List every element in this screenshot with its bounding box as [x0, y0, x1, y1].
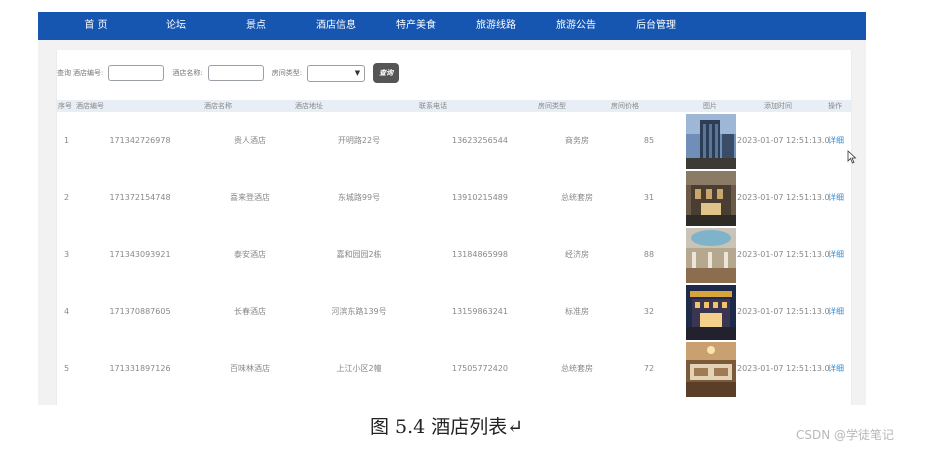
cell-address: 嘉和园园2栋	[336, 250, 382, 259]
cell-index: 4	[64, 307, 70, 316]
nav-forum[interactable]: 论坛	[136, 12, 216, 40]
hotel-photo	[686, 228, 736, 283]
detail-link[interactable]: 详细	[828, 284, 844, 340]
header-image: 图片	[703, 102, 717, 110]
cell-code: 171372154748	[109, 193, 171, 202]
hotel-list-panel: 查询 酒店编号: 酒店名称: 房间类型: ▼ 查询 序号 酒店编号 酒店名称 酒…	[56, 50, 852, 405]
table-row: 3 171343093921 泰安酒店 嘉和园园2栋 13184865998 经…	[57, 227, 851, 283]
mouse-pointer-icon	[847, 150, 857, 164]
detail-link[interactable]: 详细	[828, 113, 844, 169]
hotel-photo	[686, 285, 736, 340]
cell-phone: 17505772420	[452, 364, 508, 373]
detail-link[interactable]: 详细	[828, 170, 844, 226]
table-row: 2 171372154748 喜来登酒店 东城路99号 13910215489 …	[57, 170, 851, 226]
table-row: 4 171370887605 长春酒店 河滨东路139号 13159863241…	[57, 284, 851, 340]
header-code: 酒店编号	[76, 102, 104, 110]
table-row: 5 171331897126 百味林酒店 上江小区2幢 17505772420 …	[57, 341, 851, 397]
cell-index: 1	[64, 136, 70, 145]
header-added-time: 添加时间	[764, 102, 792, 110]
cell-name: 贵人酒店	[234, 136, 266, 145]
cell-room-type: 商务房	[565, 136, 589, 145]
cell-name: 喜来登酒店	[230, 193, 270, 202]
cell-phone: 13623256544	[452, 136, 508, 145]
cell-room-type: 总统套房	[561, 364, 593, 373]
header-phone: 联系电话	[419, 102, 447, 110]
search-prefix: 查询	[57, 69, 71, 77]
hotel-code-label: 酒店编号:	[73, 69, 104, 77]
cell-code: 171342726978	[109, 136, 171, 145]
detail-link[interactable]: 详细	[828, 227, 844, 283]
hotel-photo	[686, 342, 736, 397]
cell-price: 88	[643, 250, 655, 259]
top-navbar: 首 页 论坛 景点 酒店信息 特产美食 旅游线路 旅游公告 后台管理	[38, 12, 866, 40]
nav-hotel-info[interactable]: 酒店信息	[296, 12, 376, 40]
nav-announcements[interactable]: 旅游公告	[536, 12, 616, 40]
chevron-down-icon: ▼	[354, 68, 361, 77]
cell-added-time: 2023-01-07 12:51:13.0	[737, 250, 830, 259]
cell-code: 171331897126	[109, 364, 171, 373]
table-row: 1 171342726978 贵人酒店 开明路22号 13623256544 商…	[57, 113, 851, 169]
cell-added-time: 2023-01-07 12:51:13.0	[737, 136, 830, 145]
cell-price: 72	[643, 364, 655, 373]
cell-name: 百味林酒店	[230, 364, 270, 373]
cell-code: 171343093921	[109, 250, 171, 259]
room-type-select[interactable]: ▼	[307, 64, 366, 82]
figure-caption: 图 5.4 酒店列表↵	[370, 416, 524, 438]
header-price: 房间价格	[611, 102, 639, 110]
cell-added-time: 2023-01-07 12:51:13.0	[737, 364, 830, 373]
cell-code: 171370887605	[109, 307, 171, 316]
hotel-photo	[686, 114, 736, 169]
header-name: 酒店名称	[204, 102, 232, 110]
hotel-name-input[interactable]	[207, 65, 264, 81]
page: 首 页 论坛 景点 酒店信息 特产美食 旅游线路 旅游公告 后台管理 查询 酒店…	[0, 0, 936, 450]
cell-room-type: 总统套房	[561, 193, 593, 202]
cell-added-time: 2023-01-07 12:51:13.0	[737, 307, 830, 316]
cell-address: 河滨东路139号	[331, 307, 387, 316]
cell-added-time: 2023-01-07 12:51:13.0	[737, 193, 830, 202]
cell-address: 上江小区2幢	[336, 364, 382, 373]
hotel-code-input[interactable]	[108, 65, 165, 81]
cell-index: 3	[64, 250, 70, 259]
cell-name: 长春酒店	[234, 307, 266, 316]
cell-price: 85	[643, 136, 655, 145]
cell-room-type: 标准房	[565, 307, 589, 316]
hotel-photo	[686, 171, 736, 226]
nav-admin[interactable]: 后台管理	[616, 12, 696, 40]
cell-phone: 13184865998	[452, 250, 508, 259]
cell-room-type: 经济房	[565, 250, 589, 259]
query-button[interactable]: 查询	[373, 63, 400, 83]
cell-address: 东城路99号	[337, 193, 381, 202]
nav-local-food[interactable]: 特产美食	[376, 12, 456, 40]
cell-address: 开明路22号	[337, 136, 381, 145]
search-bar: 查询 酒店编号: 酒店名称: 房间类型: ▼ 查询	[57, 62, 400, 84]
detail-link[interactable]: 详细	[828, 341, 844, 397]
header-action: 操作	[828, 102, 842, 110]
header-room-type: 房间类型	[538, 102, 566, 110]
cell-index: 5	[64, 364, 70, 373]
header-address: 酒店地址	[295, 102, 323, 110]
hotel-name-label: 酒店名称:	[172, 69, 203, 77]
cell-index: 2	[64, 193, 70, 202]
nav-travel-routes[interactable]: 旅游线路	[456, 12, 536, 40]
cell-phone: 13910215489	[452, 193, 508, 202]
table-header: 序号 酒店编号 酒店名称 酒店地址 联系电话 房间类型 房间价格 图片 添加时间…	[57, 100, 851, 112]
cell-price: 31	[643, 193, 655, 202]
nav-attractions[interactable]: 景点	[216, 12, 296, 40]
watermark: CSDN @学徒笔记	[796, 428, 895, 442]
room-type-label: 房间类型:	[271, 69, 303, 77]
nav-home[interactable]: 首 页	[56, 12, 136, 40]
cell-phone: 13159863241	[452, 307, 508, 316]
cell-price: 32	[643, 307, 655, 316]
cell-name: 泰安酒店	[234, 250, 266, 259]
header-index: 序号	[58, 102, 72, 110]
